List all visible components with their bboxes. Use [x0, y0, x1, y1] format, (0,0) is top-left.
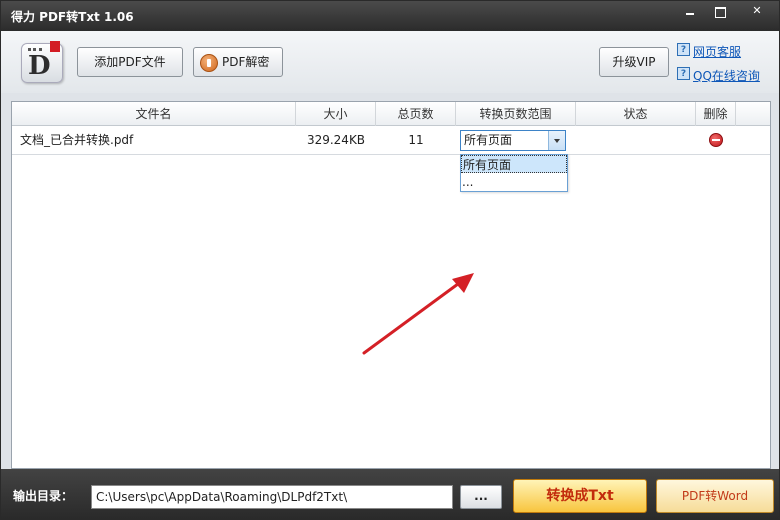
- column-header-size[interactable]: 大小: [296, 102, 376, 126]
- delete-icon[interactable]: [709, 133, 723, 147]
- lock-icon: [200, 54, 218, 72]
- chevron-down-icon[interactable]: [548, 131, 565, 150]
- close-button[interactable]: ✕: [737, 2, 777, 20]
- file-table: 文件名 大小 总页数 转换页数范围 状态 删除 文档_已合并转换.pdf 329…: [11, 101, 771, 469]
- dropdown-option-all-pages[interactable]: 所有页面: [461, 155, 567, 173]
- window-title: 得力 PDF转Txt 1.06: [11, 10, 134, 24]
- add-pdf-button[interactable]: 添加PDF文件: [77, 47, 183, 77]
- decrypt-pdf-label: PDF解密: [222, 55, 270, 69]
- column-header-delete[interactable]: 删除: [696, 102, 736, 126]
- convert-to-txt-button[interactable]: 转换成Txt: [513, 479, 647, 513]
- table-row[interactable]: 文档_已合并转换.pdf 329.24KB 11 所有页面: [12, 127, 770, 155]
- decrypt-pdf-button[interactable]: PDF解密: [193, 47, 283, 77]
- file-name-cell: 文档_已合并转换.pdf: [20, 133, 134, 147]
- minimize-button[interactable]: [677, 2, 703, 20]
- page-count-cell: 11: [408, 133, 424, 147]
- page-range-value: 所有页面: [464, 133, 513, 147]
- page-range-dropdown: 所有页面 ...: [460, 154, 568, 192]
- qq-support-label[interactable]: QQ在线咨询: [693, 67, 760, 84]
- logo-letter: D: [28, 51, 51, 81]
- dropdown-option-custom[interactable]: ...: [461, 173, 567, 191]
- file-size-cell: 329.24KB: [306, 133, 366, 147]
- logo-tag-icon: [50, 41, 60, 52]
- upgrade-vip-button[interactable]: 升级VIP: [599, 47, 669, 77]
- table-header: 文件名 大小 总页数 转换页数范围 状态 删除: [12, 102, 770, 126]
- status-cell: [576, 127, 696, 155]
- help-icon: ?: [677, 67, 690, 80]
- page-range-select[interactable]: 所有页面: [460, 130, 566, 151]
- web-support-label[interactable]: 网页客服: [693, 43, 741, 60]
- column-header-filename[interactable]: 文件名: [12, 102, 296, 126]
- column-header-range[interactable]: 转换页数范围: [456, 102, 576, 126]
- title-bar[interactable]: 得力 PDF转Txt 1.06 ✕: [1, 1, 779, 31]
- column-header-status[interactable]: 状态: [576, 102, 696, 126]
- maximize-button[interactable]: [707, 2, 733, 20]
- output-dir-label: 输出目录：: [13, 489, 74, 503]
- column-header-pages[interactable]: 总页数: [376, 102, 456, 126]
- annotation-arrow-icon: [362, 273, 474, 355]
- help-icon: ?: [677, 43, 690, 56]
- app-window: 得力 PDF转Txt 1.06 ✕ D 添加PDF文件 PDF解密 升级VIP …: [0, 0, 780, 520]
- output-path-input[interactable]: [91, 485, 453, 509]
- browse-button[interactable]: ...: [460, 485, 502, 509]
- app-logo: D: [21, 41, 63, 83]
- pdf-to-word-button[interactable]: PDF转Word: [656, 479, 774, 513]
- bottom-bar: 输出目录： ... 转换成Txt PDF转Word: [1, 469, 779, 519]
